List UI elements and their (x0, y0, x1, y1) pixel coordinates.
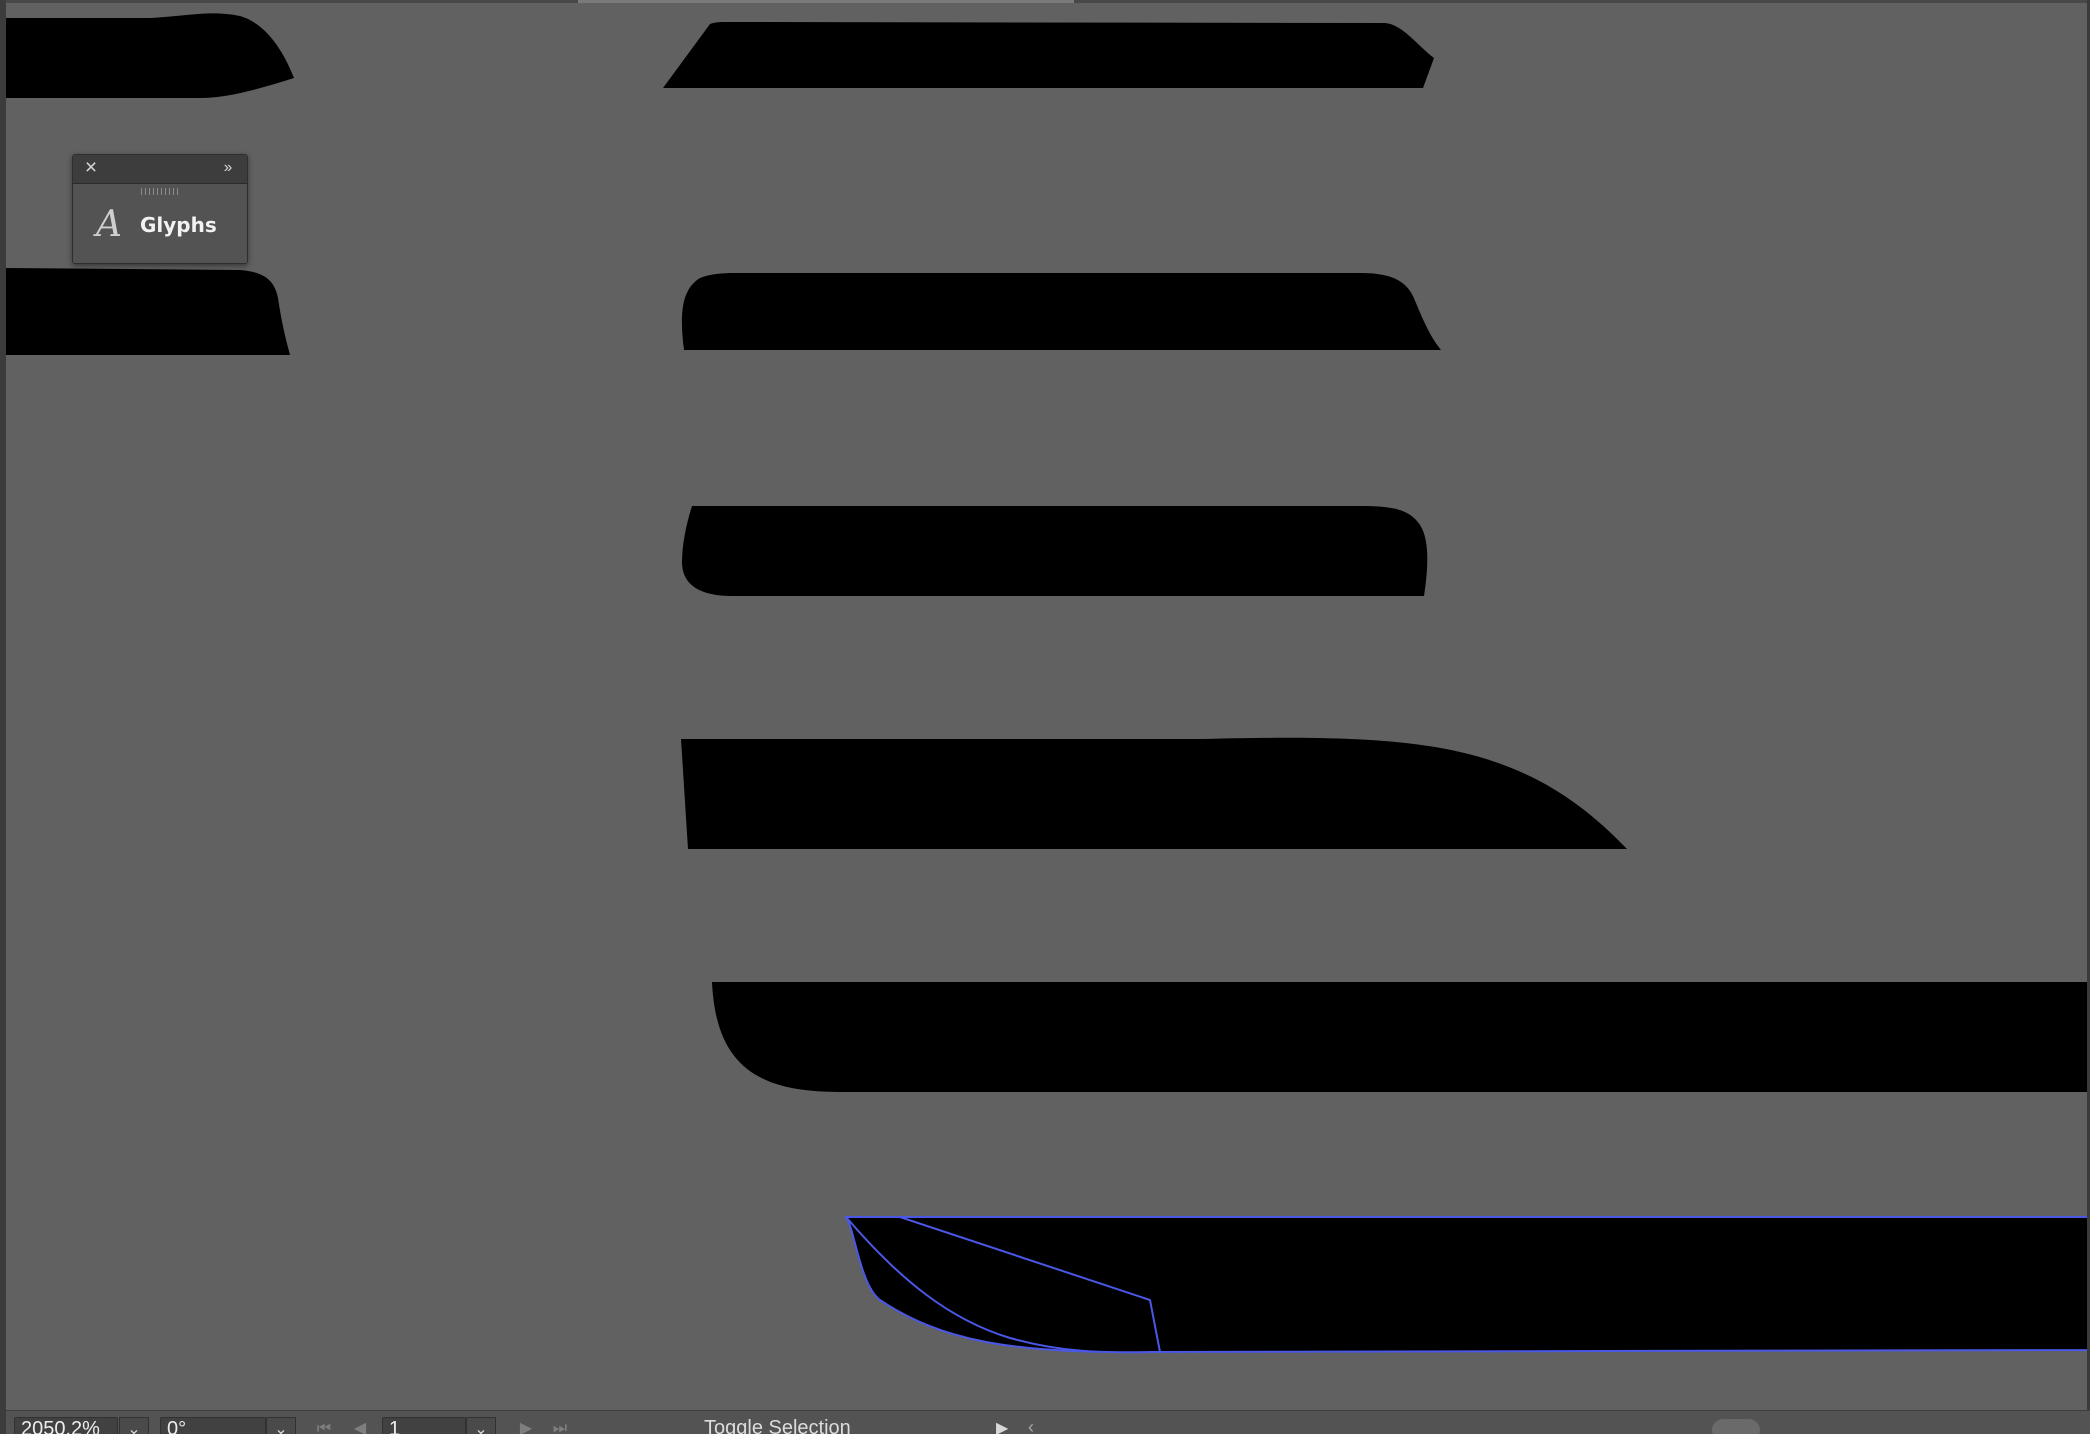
close-icon[interactable]: × (81, 157, 101, 178)
horizontal-scrollbar-thumb[interactable] (1712, 1419, 1760, 1434)
first-artboard-icon[interactable]: ⏮ (312, 1419, 336, 1434)
shape-bar-3[interactable] (682, 506, 1428, 596)
glyphs-panel[interactable]: × ›› A Glyphs (72, 154, 248, 264)
glyph-icon: A (96, 204, 122, 245)
artboard-canvas[interactable]: × ›› A Glyphs 2050.2% ⌄ 0° ⌄ ⏮ ◀ 1 ⌄ ▶ ⏭… (0, 0, 2090, 1434)
glyphs-panel-titlebar[interactable]: × ›› (73, 155, 247, 184)
glyphs-panel-button[interactable]: A Glyphs (87, 203, 237, 247)
toggle-selection-status[interactable]: Toggle Selection (704, 1416, 851, 1434)
rotation-dropdown-chevron-down-icon[interactable]: ⌄ (266, 1417, 296, 1434)
panel-drag-handle[interactable] (141, 188, 181, 195)
shape-middle-left-fragment[interactable] (6, 268, 290, 355)
last-artboard-icon[interactable]: ⏭ (548, 1419, 572, 1434)
artboard-number-input[interactable]: 1 (382, 1417, 466, 1434)
status-bar: 2050.2% ⌄ 0° ⌄ ⏮ ◀ 1 ⌄ ▶ ⏭ Toggle Select… (6, 1410, 2090, 1434)
artwork-shapes[interactable] (0, 0, 2090, 1434)
scroll-left-icon[interactable]: ‹ (1028, 1417, 1046, 1434)
next-artboard-icon[interactable]: ▶ (514, 1419, 538, 1434)
canvas-left-edge (0, 0, 6, 1434)
shape-top-left-fragment[interactable] (6, 13, 294, 98)
glyphs-panel-label: Glyphs (140, 213, 217, 237)
shape-bar-1[interactable] (663, 22, 1434, 88)
artboard-dropdown-chevron-down-icon[interactable]: ⌄ (466, 1417, 496, 1434)
zoom-dropdown-chevron-down-icon[interactable]: ⌄ (119, 1417, 149, 1434)
expand-panel-icon[interactable]: ›› (217, 158, 237, 178)
shape-bar-2[interactable] (681, 273, 1441, 350)
shape-bar-4[interactable] (681, 737, 1627, 849)
play-icon[interactable]: ▶ (996, 1419, 1014, 1434)
zoom-level-input[interactable]: 2050.2% (14, 1417, 118, 1434)
shape-bar-5[interactable] (712, 982, 2088, 1092)
rotation-input[interactable]: 0° (160, 1417, 266, 1434)
previous-artboard-icon[interactable]: ◀ (348, 1419, 372, 1434)
